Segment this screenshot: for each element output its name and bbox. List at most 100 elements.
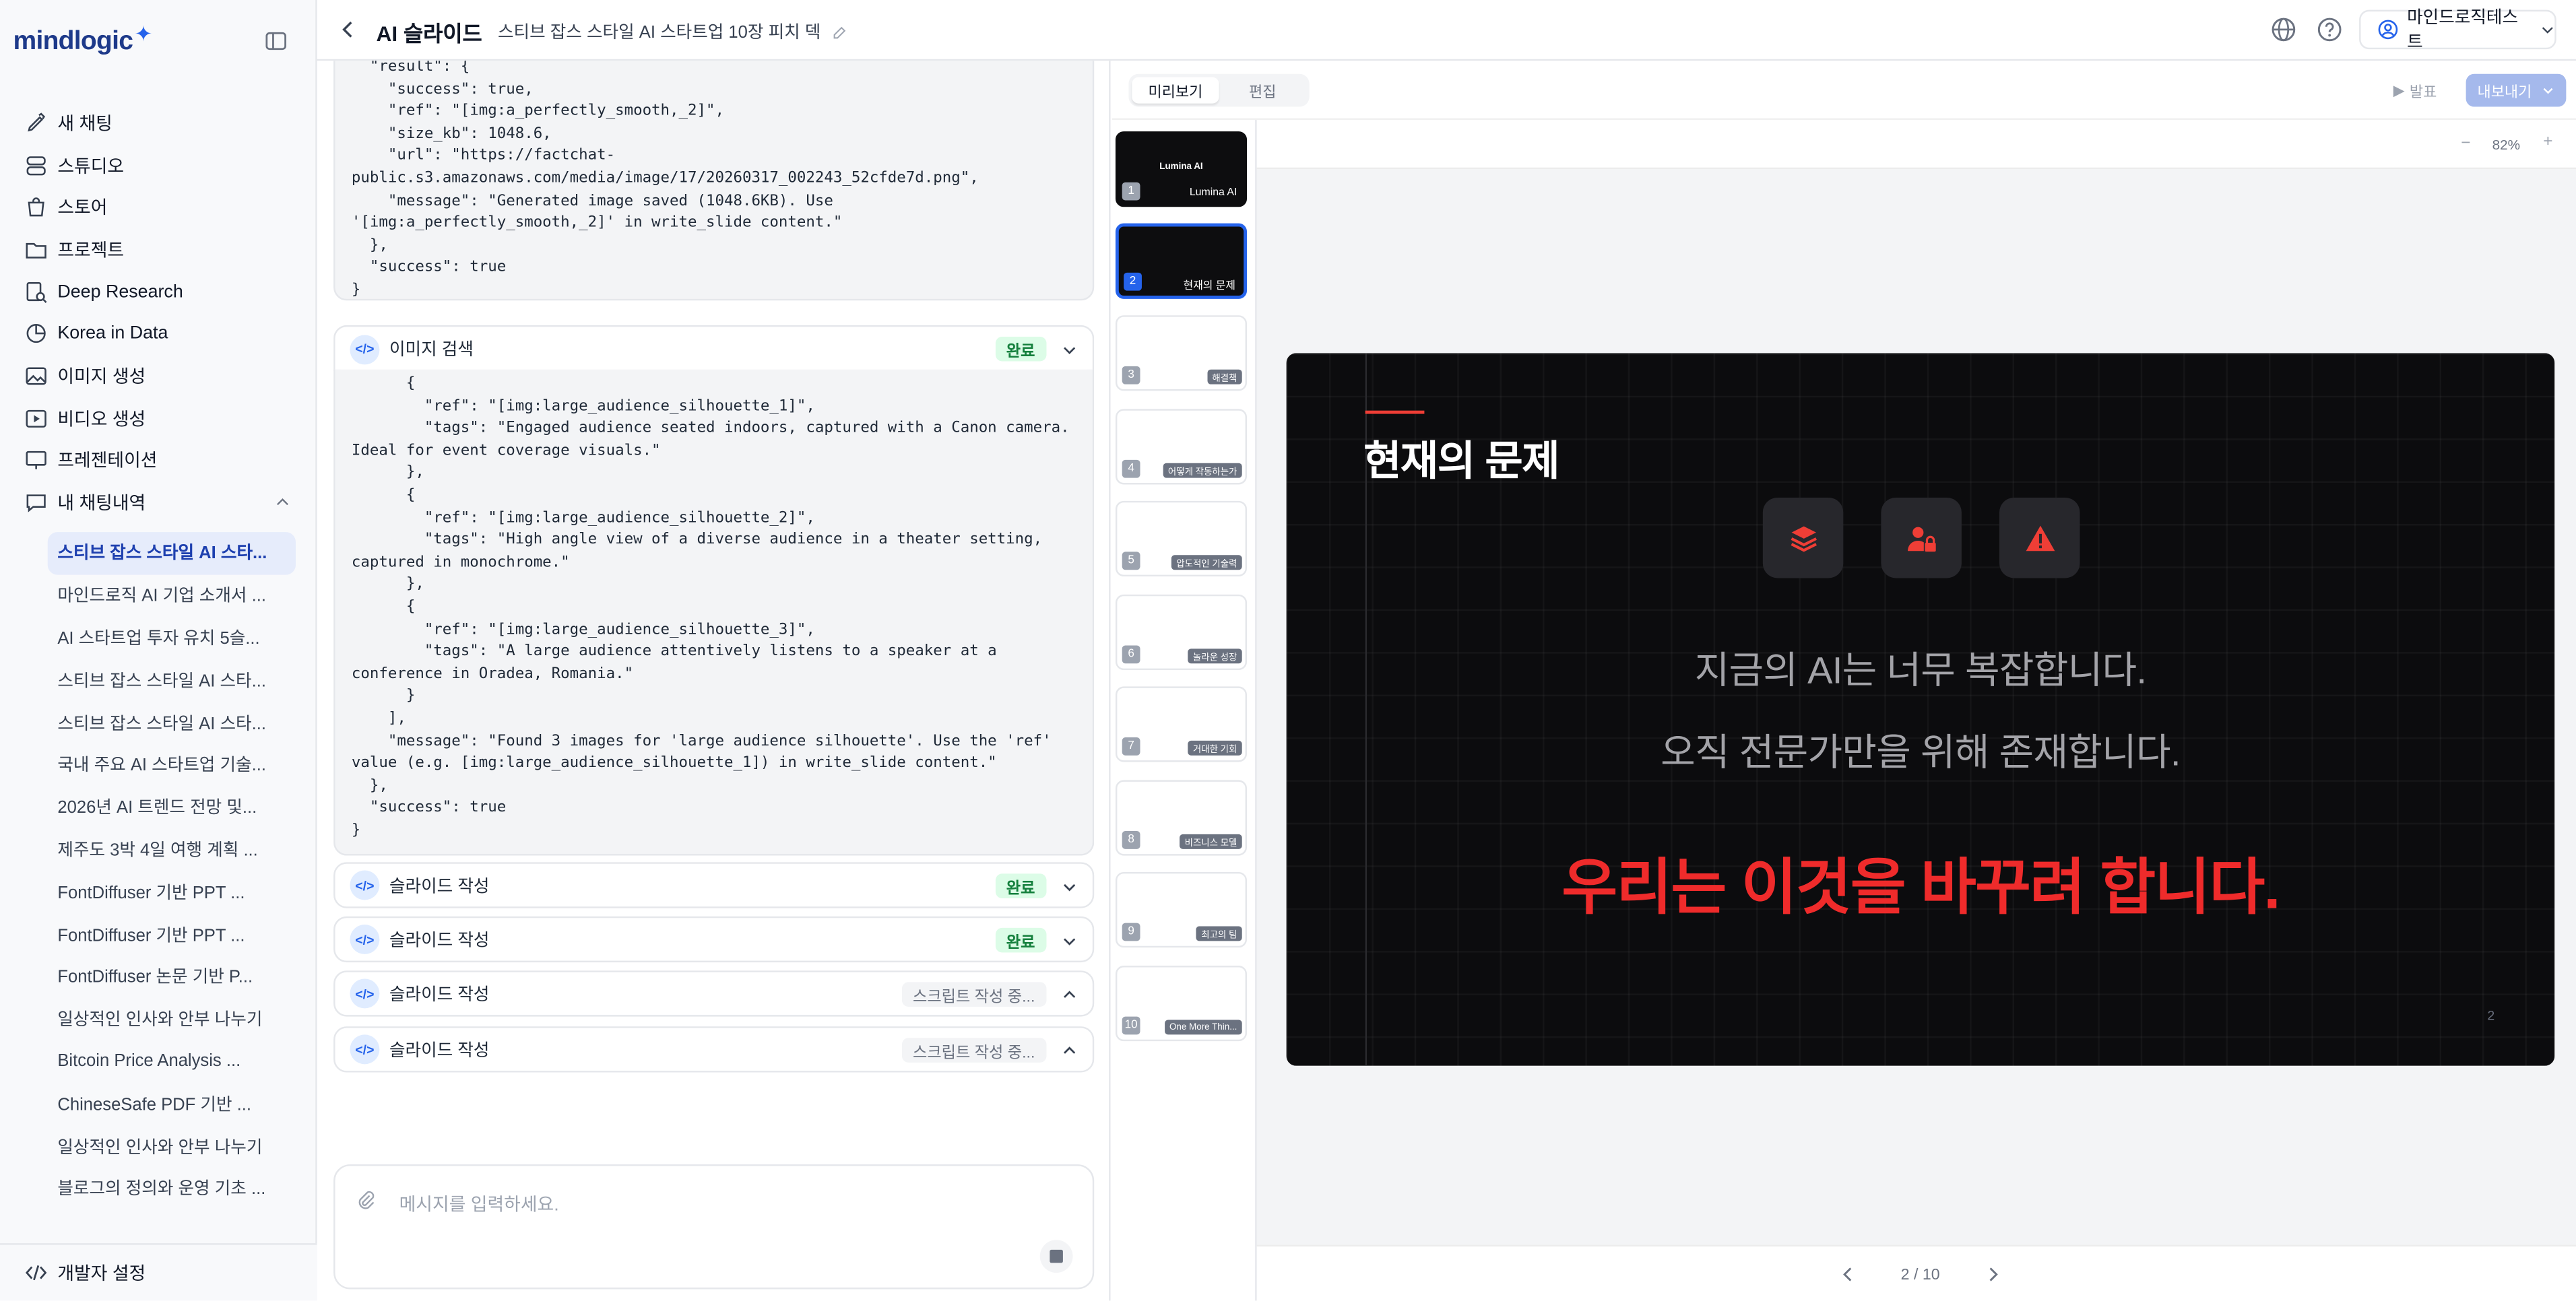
slide-thumbnail[interactable]: Lumina AI 1 Lumina AI xyxy=(1115,131,1248,207)
chevron-down-icon[interactable] xyxy=(1061,341,1077,358)
back-arrow-icon[interactable] xyxy=(337,18,360,41)
nav-project[interactable]: 프로젝트 xyxy=(0,228,317,271)
chevron-left-icon[interactable] xyxy=(1838,1265,1858,1284)
nav-store[interactable]: 스토어 xyxy=(0,186,317,228)
zoom-level: 82% xyxy=(2492,136,2521,153)
slide-label: 최고의 팀 xyxy=(1196,926,1242,941)
tool-call-write-slide[interactable]: </> 슬라이드 작성 스크립트 작성 중... xyxy=(333,970,1095,1017)
chart-icon xyxy=(26,324,46,343)
history-item[interactable]: 일상적인 인사와 안부 나누기 xyxy=(48,998,296,1040)
sparkle-icon: ✦ xyxy=(134,21,153,46)
user-name: 마인드로직테스트 xyxy=(2407,8,2519,53)
help-icon[interactable] xyxy=(2317,16,2343,42)
chevron-up-icon[interactable] xyxy=(1061,1043,1077,1059)
chevron-down-icon[interactable] xyxy=(1061,933,1077,949)
edit-icon[interactable] xyxy=(831,24,847,40)
history-item[interactable]: Bitcoin Price Analysis ... xyxy=(48,1040,296,1083)
status-badge: 완료 xyxy=(994,873,1047,899)
slide-preview-panel: 미리보기 편집 ▶ 발표 내보내기 − 82% + 현재의 문제 지금의 AI는… xyxy=(1112,61,2576,1301)
code-icon: </> xyxy=(350,334,380,364)
slide-number: 2 xyxy=(1124,272,1142,291)
history-item[interactable]: FontDiffuser 기반 PPT ... xyxy=(48,871,296,913)
nav-studio[interactable]: 스튜디오 xyxy=(0,144,317,187)
slide-label: One More Thin... xyxy=(1164,1020,1242,1035)
tool-label: 슬라이드 작성 xyxy=(389,1040,490,1061)
page-indicator: 2 / 10 xyxy=(1900,1266,1940,1285)
slide-thumbnail[interactable]: 7 거대한 기회 xyxy=(1115,686,1248,762)
export-button[interactable]: 내보내기 xyxy=(2466,73,2567,107)
message-input[interactable]: 메시지를 입력하세요. xyxy=(333,1164,1095,1290)
slide-thumbnail[interactable]: 10 One More Thin... xyxy=(1115,966,1248,1042)
chevron-down-icon[interactable] xyxy=(1061,879,1077,895)
zoom-in-button[interactable]: + xyxy=(2543,133,2552,152)
sidebar-nav: 새 채팅 스튜디오 스토어 프로젝트 Deep Research Korea i… xyxy=(0,102,317,523)
slide-number: 1 xyxy=(1122,182,1140,201)
tool-call-image-search[interactable]: </> 이미지 검색 완료 xyxy=(333,325,1095,372)
sidebar: mindlogic ✦ 새 채팅 스튜디오 스토어 프로젝트 Deep Rese… xyxy=(0,0,317,1301)
sidebar-toggle-button[interactable] xyxy=(261,26,291,56)
history-item[interactable]: 블로그의 정의와 운영 기초 ... xyxy=(48,1168,296,1210)
slide-thumbnail-selected[interactable]: 2 현재의 문제 xyxy=(1115,223,1248,299)
nav-presentation[interactable]: 프레젠테이션 xyxy=(0,439,317,481)
chat-panel: "result": { "success": true, "ref": "[im… xyxy=(317,61,1111,1301)
slide-thumbnail[interactable]: 8 비즈니스 모델 xyxy=(1115,780,1248,856)
logo-text: mindlogic xyxy=(13,28,133,56)
user-lock-icon xyxy=(1906,526,1935,552)
user-menu-button[interactable]: 마인드로직테스트 xyxy=(2359,8,2556,53)
slide-thumbnail[interactable]: 3 해결책 xyxy=(1115,315,1248,391)
developer-settings-button[interactable]: 개발자 설정 xyxy=(0,1243,317,1301)
slide-number: 6 xyxy=(1122,645,1140,664)
logo[interactable]: mindlogic ✦ xyxy=(13,20,153,65)
slide-label: 거대한 기회 xyxy=(1188,740,1242,756)
history-item[interactable]: ChineseSafe PDF 기반 ... xyxy=(48,1083,296,1125)
history-item[interactable]: 제주도 3박 4일 여행 계획 ... xyxy=(48,829,296,871)
tool-label: 슬라이드 작성 xyxy=(389,876,490,896)
folder-icon xyxy=(26,242,46,259)
history-item[interactable]: FontDiffuser 기반 PPT ... xyxy=(48,913,296,956)
play-icon: ▶ xyxy=(2393,81,2405,98)
code-icon: </> xyxy=(350,925,380,954)
history-item[interactable]: 스티브 잡스 스타일 AI 스타... xyxy=(48,702,296,744)
nav-label: 내 채팅내역 xyxy=(57,494,146,514)
history-item[interactable]: AI 스타트업 투자 유치 5슬... xyxy=(48,617,296,659)
history-item[interactable]: 마인드로직 AI 기업 소개서 ... xyxy=(48,574,296,617)
slide-number: 5 xyxy=(1122,552,1140,570)
tool-call-write-slide[interactable]: </> 슬라이드 작성 완료 xyxy=(333,916,1095,963)
tool-call-write-slide[interactable]: </> 슬라이드 작성 완료 xyxy=(333,862,1095,908)
nav-video-gen[interactable]: 비디오 생성 xyxy=(0,397,317,440)
globe-icon[interactable] xyxy=(2270,16,2296,42)
export-label: 내보내기 xyxy=(2477,83,2532,100)
zoom-out-button[interactable]: − xyxy=(2461,135,2470,153)
chevron-right-icon[interactable] xyxy=(1983,1265,2003,1284)
history-item[interactable]: 2026년 AI 트렌드 전망 및... xyxy=(48,787,296,829)
slide-number: 8 xyxy=(1122,831,1140,849)
history-item[interactable]: 국내 주요 AI 스타트업 기술... xyxy=(48,744,296,787)
present-button[interactable]: ▶ 발표 xyxy=(2379,74,2451,107)
chat-history-list: 스티브 잡스 스타일 AI 스타... 마인드로직 AI 기업 소개서 ... … xyxy=(0,532,317,1210)
slide-thumbnail[interactable]: 9 최고의 팀 xyxy=(1115,871,1248,948)
nav-image-gen[interactable]: 이미지 생성 xyxy=(0,355,317,397)
history-item[interactable]: FontDiffuser 논문 기반 P... xyxy=(48,956,296,998)
tab-edit[interactable]: 편집 xyxy=(1219,77,1306,104)
paperclip-icon[interactable] xyxy=(355,1189,377,1211)
nav-chat-history[interactable]: 내 채팅내역 xyxy=(0,481,317,524)
slide-thumbnail[interactable]: 4 어떻게 작동하는가 xyxy=(1115,409,1248,485)
app-title: AI 슬라이드 xyxy=(376,21,482,46)
nav-deep-research[interactable]: Deep Research xyxy=(0,271,317,313)
history-item[interactable]: 스티브 잡스 스타일 AI 스타... xyxy=(48,659,296,702)
document-title[interactable]: 스티브 잡스 스타일 AI 스타트업 10장 피치 덱 xyxy=(498,20,847,44)
stop-button[interactable] xyxy=(1039,1240,1073,1273)
slide-label: 현재의 문제 xyxy=(1183,279,1235,292)
slide-thumbnail[interactable]: 6 놀라운 성장 xyxy=(1115,594,1248,671)
nav-label: 스토어 xyxy=(57,199,108,219)
history-item[interactable]: 스티브 잡스 스타일 AI 스타... xyxy=(47,532,296,575)
status-badge: 완료 xyxy=(994,927,1047,953)
nav-new-chat[interactable]: 새 채팅 xyxy=(0,102,317,144)
tab-preview[interactable]: 미리보기 xyxy=(1132,77,1219,104)
nav-korea-in-data[interactable]: Korea in Data xyxy=(0,312,317,355)
tool-call-write-slide[interactable]: </> 슬라이드 작성 스크립트 작성 중... xyxy=(333,1026,1095,1073)
dev-settings-label: 개발자 설정 xyxy=(57,1264,146,1285)
slide-thumbnail[interactable]: 5 압도적인 기술력 xyxy=(1115,500,1248,577)
chevron-up-icon[interactable] xyxy=(1061,987,1077,1003)
history-item[interactable]: 일상적인 인사와 안부 나누기 xyxy=(48,1125,296,1168)
